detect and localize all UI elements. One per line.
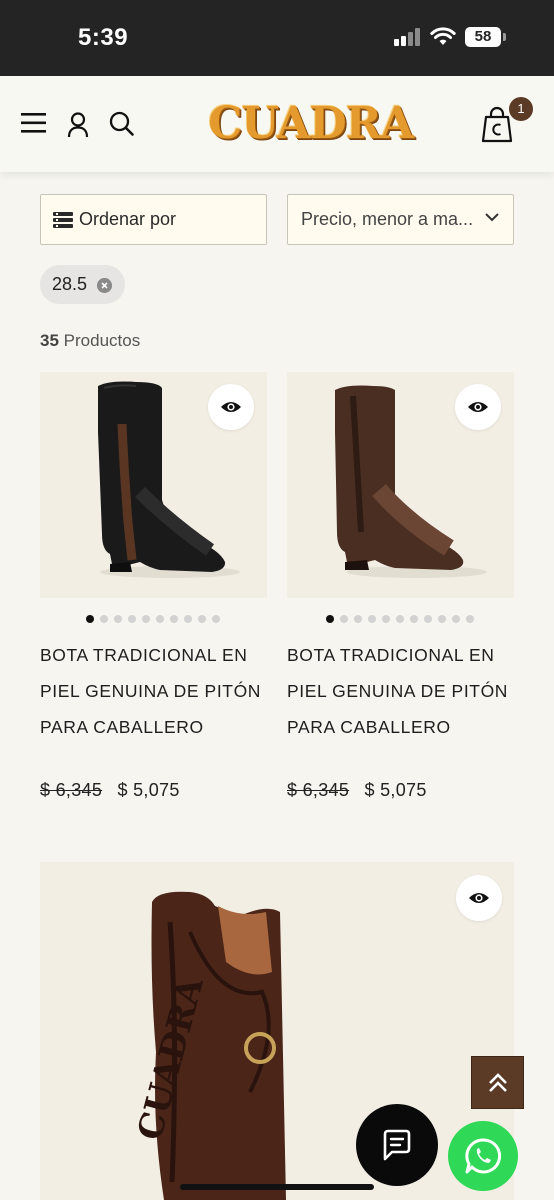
image-carousel-dots[interactable]	[326, 615, 474, 623]
product-old-price: $ 6,345	[40, 780, 103, 800]
home-indicator	[180, 1184, 374, 1190]
filter-chip-label: 28.5	[52, 274, 88, 294]
product-name[interactable]: BOTA TRADICIONAL EN PIEL GENUINA DE PITÓ…	[287, 637, 515, 745]
sort-select[interactable]: Precio, menor a ma...	[287, 194, 514, 245]
brand-logo[interactable]: CUADRA	[206, 92, 416, 154]
product-price: $ 6,345 $ 5,075	[40, 780, 180, 801]
product-count-number: 35	[40, 331, 59, 350]
chevron-down-icon	[485, 213, 499, 222]
product-image[interactable]: CUADRA	[40, 862, 514, 1200]
sort-button[interactable]: Ordenar por	[40, 194, 267, 245]
remove-filter-icon[interactable]	[97, 278, 112, 293]
product-count-label: Productos	[63, 331, 141, 350]
user-icon[interactable]	[67, 112, 89, 138]
product-sale-price: $ 5,075	[117, 780, 180, 800]
wifi-icon	[430, 27, 456, 45]
filter-chip-size[interactable]: 28.5	[40, 265, 125, 304]
product-name[interactable]: BOTA TRADICIONAL EN PIEL GENUINA DE PITÓ…	[40, 637, 268, 745]
chat-bubble-icon	[383, 1129, 411, 1161]
cellular-signal-icon	[394, 28, 422, 46]
quick-view-button[interactable]	[208, 384, 254, 430]
sort-select-value: Precio, menor a ma...	[301, 209, 474, 229]
quick-view-button[interactable]	[455, 384, 501, 430]
eye-icon	[468, 402, 488, 412]
site-header: CUADRA 1	[0, 76, 554, 172]
image-carousel-dots[interactable]	[86, 615, 220, 623]
menu-icon[interactable]	[21, 112, 46, 134]
battery-tip	[503, 33, 506, 41]
boot-image-large: CUADRA	[130, 891, 286, 1200]
product-old-price: $ 6,345	[287, 780, 350, 800]
sort-button-label: Ordenar por	[79, 209, 177, 229]
chat-button[interactable]	[356, 1104, 438, 1186]
double-chevron-up-icon	[488, 1072, 507, 1092]
quick-view-button[interactable]	[456, 875, 502, 921]
product-image[interactable]	[287, 372, 514, 598]
shopping-bag-icon[interactable]	[481, 106, 513, 143]
status-bar: 5:39 58	[0, 0, 554, 76]
logo-text: CUADRA	[208, 97, 415, 149]
product-count: 35 Productos	[40, 331, 140, 351]
sort-list-icon	[53, 211, 73, 228]
eye-icon	[469, 893, 489, 903]
product-sale-price: $ 5,075	[364, 780, 427, 800]
status-time: 5:39	[78, 24, 129, 51]
back-to-top-button[interactable]	[471, 1056, 524, 1109]
eye-icon	[221, 402, 241, 412]
battery-level: 58	[465, 27, 501, 47]
cart-count-badge: 1	[509, 97, 533, 121]
whatsapp-icon	[465, 1138, 502, 1174]
product-image[interactable]	[40, 372, 267, 598]
product-price: $ 6,345 $ 5,075	[287, 780, 427, 801]
whatsapp-button[interactable]	[448, 1121, 518, 1191]
search-icon[interactable]	[109, 111, 134, 136]
